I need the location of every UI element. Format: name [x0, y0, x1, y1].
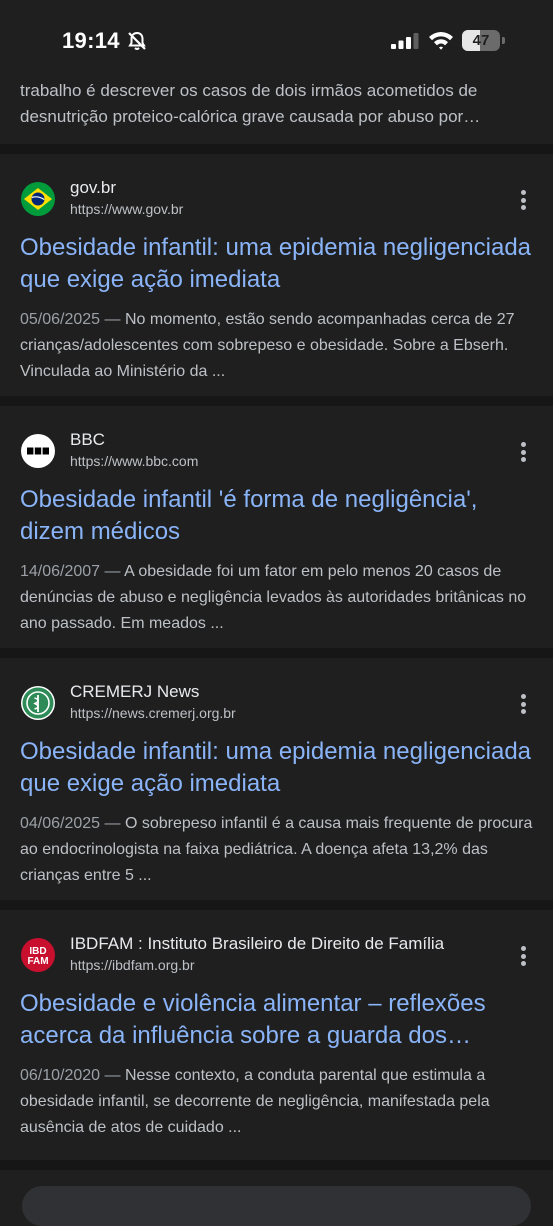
- result-title-link[interactable]: Obesidade infantil: uma epidemia neglige…: [20, 736, 535, 800]
- result-site-name[interactable]: BBC: [70, 430, 105, 450]
- more-options-icon[interactable]: [512, 440, 536, 464]
- result-divider: [0, 648, 553, 658]
- search-bar[interactable]: [22, 1186, 531, 1226]
- result-url[interactable]: https://ibdfam.org.br: [70, 957, 195, 973]
- battery-percentage: 47: [472, 32, 490, 49]
- search-result: gov.br https://www.gov.br Obesidade infa…: [0, 154, 553, 396]
- result-divider: [0, 900, 553, 910]
- result-url[interactable]: https://www.bbc.com: [70, 453, 198, 469]
- bbc-logo-icon: [21, 434, 55, 468]
- result-divider: [0, 144, 553, 154]
- result-url[interactable]: https://www.gov.br: [70, 201, 183, 217]
- brazil-flag-icon: [21, 182, 55, 216]
- wifi-icon: [429, 32, 453, 50]
- result-snippet: 05/06/2025 — No momento, estão sendo aco…: [20, 307, 535, 385]
- cellular-signal-icon: [391, 33, 419, 49]
- result-divider: [0, 1160, 553, 1170]
- result-snippet: 04/06/2025 — O sobrepeso infantil é a ca…: [20, 811, 535, 889]
- status-bar: 19:14 47: [0, 0, 553, 72]
- result-url[interactable]: https://news.cremerj.org.br: [70, 705, 236, 721]
- more-options-icon[interactable]: [512, 944, 536, 968]
- result-date: 14/06/2007 —: [20, 563, 121, 580]
- result-divider: [0, 396, 553, 406]
- status-time: 19:14: [62, 28, 120, 53]
- result-date: 06/10/2020 —: [20, 1067, 121, 1084]
- cremerj-logo-icon: [21, 686, 55, 720]
- result-title-link[interactable]: Obesidade infantil 'é forma de negligênc…: [20, 484, 535, 548]
- bell-muted-icon: [128, 31, 146, 50]
- search-result: BBC https://www.bbc.com Obesidade infant…: [0, 406, 553, 648]
- result-snippet: 14/06/2007 — A obesidade foi um fator em…: [20, 559, 535, 637]
- search-result: IBD FAM IBDFAM : Instituto Brasileiro de…: [0, 910, 553, 1160]
- ibdfam-logo-icon: IBD FAM: [21, 938, 55, 972]
- previous-result-snippet: trabalho é descrever os casos de dois ir…: [20, 81, 481, 126]
- result-site-name[interactable]: IBDFAM : Instituto Brasileiro de Direito…: [70, 934, 444, 954]
- result-site-name[interactable]: gov.br: [70, 178, 116, 198]
- result-date: 05/06/2025 —: [20, 311, 121, 328]
- result-date: 04/06/2025 —: [20, 815, 121, 832]
- svg-text:FAM: FAM: [27, 956, 48, 967]
- more-options-icon[interactable]: [512, 188, 536, 212]
- result-title-link[interactable]: Obesidade e violência alimentar – reflex…: [20, 988, 535, 1052]
- more-options-icon[interactable]: [512, 692, 536, 716]
- battery-indicator: 47: [462, 30, 506, 51]
- search-result: CREMERJ News https://news.cremerj.org.br…: [0, 658, 553, 900]
- result-snippet: 06/10/2020 — Nesse contexto, a conduta p…: [20, 1063, 535, 1141]
- result-title-link[interactable]: Obesidade infantil: uma epidemia neglige…: [20, 232, 535, 296]
- result-site-name[interactable]: CREMERJ News: [70, 682, 199, 702]
